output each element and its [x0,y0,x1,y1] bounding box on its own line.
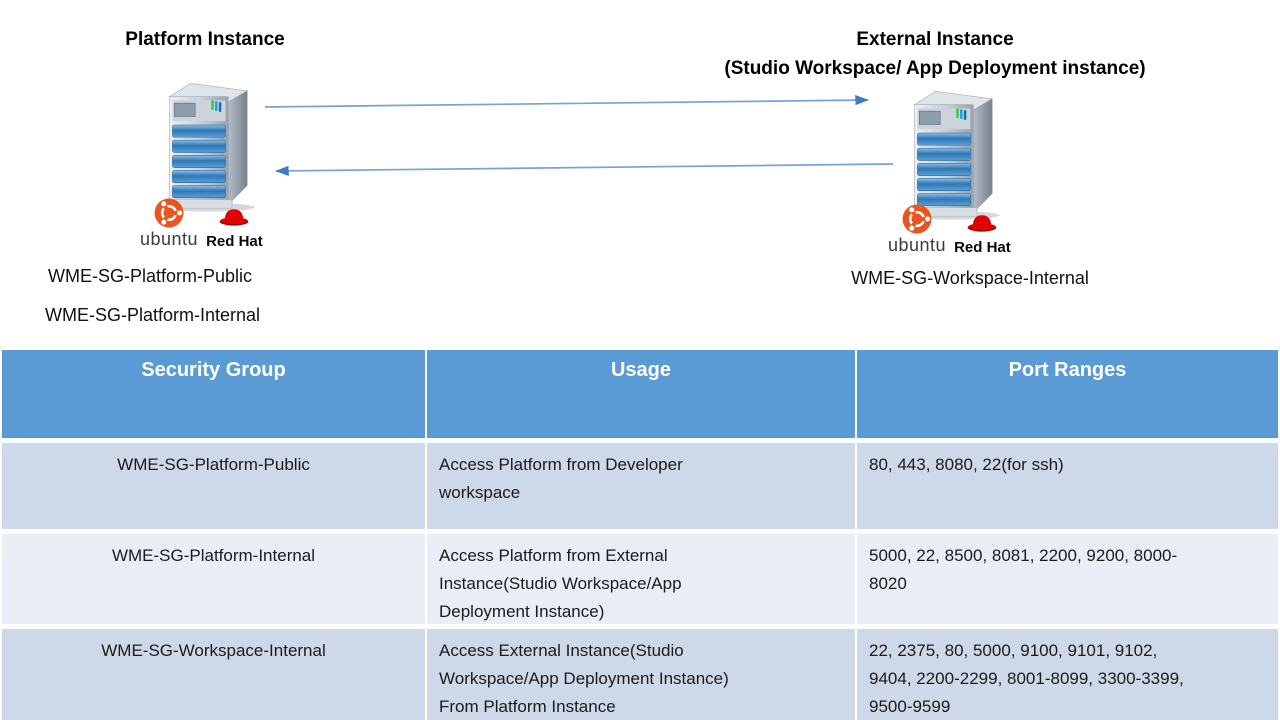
table-row: WME-SG-Platform-Public Access Platform f… [2,443,1278,529]
ubuntu-icon [152,196,186,230]
table-header-row: Security Group Usage Port Ranges [2,350,1278,438]
external-instance-title: External Instance (Studio Workspace/ App… [625,25,1245,83]
redhat-logo: Red Hat [206,205,263,250]
external-instance-title-line2: (Studio Workspace/ App Deployment instan… [625,54,1245,83]
arrow-left-icon [276,164,893,171]
cell-usage: Access Platform from External Instance(S… [427,534,855,624]
cell-security-group: WME-SG-Platform-Internal [2,534,425,624]
column-header-port-ranges: Port Ranges [857,350,1278,438]
ubuntu-logo: ubuntu [140,196,198,250]
cell-usage: Access Platform from Developer workspace [427,443,855,529]
cell-security-group: WME-SG-Workspace-Internal [2,629,425,720]
table-row: WME-SG-Workspace-Internal Access Externa… [2,629,1278,720]
architecture-slide: Platform Instance External Instance (Stu… [0,0,1280,720]
cell-port-ranges: 22, 2375, 80, 5000, 9100, 9101, 9102, 94… [857,629,1278,720]
security-group-table: Security Group Usage Port Ranges WME-SG-… [2,350,1278,720]
platform-os-logos: ubuntu Red Hat [140,196,263,250]
column-header-security-group: Security Group [2,350,425,438]
platform-instance-title: Platform Instance [55,25,355,54]
table-row: WME-SG-Platform-Internal Access Platform… [2,534,1278,624]
redhat-icon [963,211,1001,238]
label-platform-public: WME-SG-Platform-Public [48,266,252,287]
external-server-icon [893,80,1011,220]
arrow-right-icon [265,100,868,107]
column-header-usage: Usage [427,350,855,438]
cell-usage: Access External Instance(Studio Workspac… [427,629,855,720]
ubuntu-wordmark: ubuntu [140,229,198,250]
cell-port-ranges: 5000, 22, 8500, 8081, 2200, 9200, 8000- … [857,534,1278,624]
label-platform-internal: WME-SG-Platform-Internal [45,305,260,326]
label-workspace-internal: WME-SG-Workspace-Internal [760,268,1180,289]
external-instance-title-line1: External Instance [625,25,1245,54]
cell-security-group: WME-SG-Platform-Public [2,443,425,529]
ubuntu-wordmark: ubuntu [888,235,946,256]
redhat-wordmark: Red Hat [954,239,1011,256]
external-os-logos: ubuntu Red Hat [888,202,1011,256]
cell-port-ranges: 80, 443, 8080, 22(for ssh) [857,443,1278,529]
platform-server-icon [148,72,266,212]
ubuntu-icon [900,202,934,236]
ubuntu-logo: ubuntu [888,202,946,256]
redhat-logo: Red Hat [954,211,1011,256]
redhat-wordmark: Red Hat [206,233,263,250]
redhat-icon [215,205,253,232]
